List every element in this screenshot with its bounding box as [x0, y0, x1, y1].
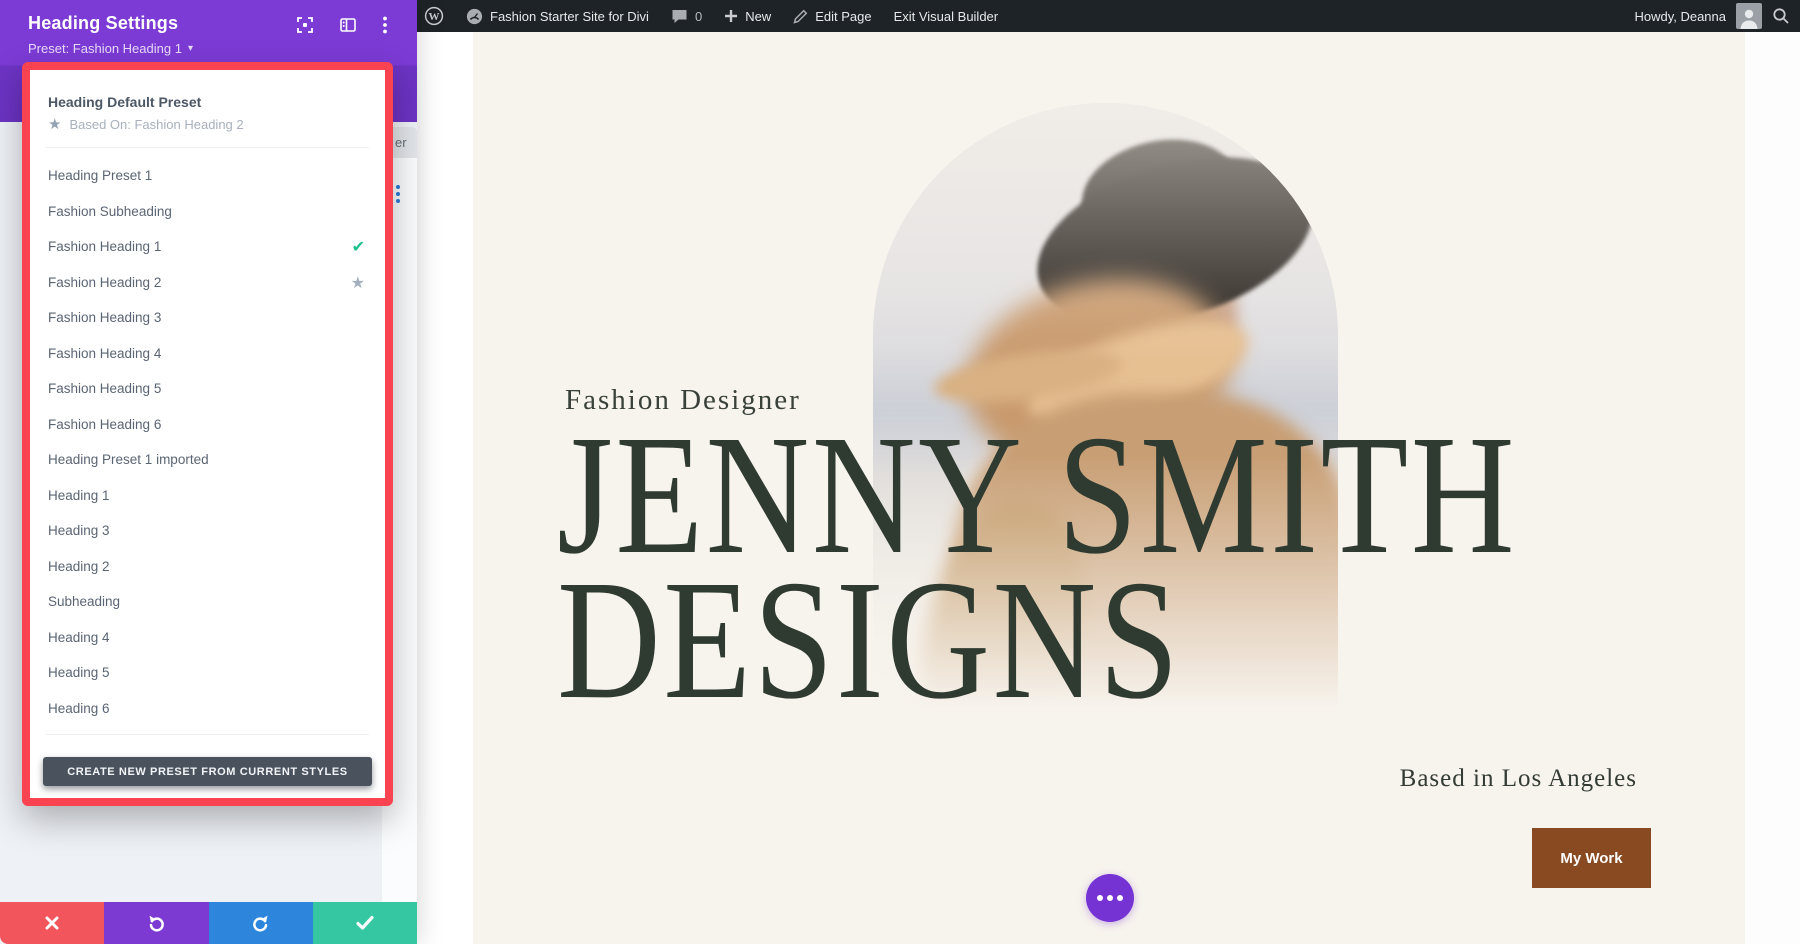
preset-item[interactable]: Subheading [30, 584, 385, 620]
hero-title-line2: DESIGNS [557, 554, 1181, 725]
person-icon [1739, 7, 1759, 29]
preset-item-label: Fashion Heading 5 [48, 381, 365, 396]
panel-layout-icon[interactable] [340, 18, 356, 32]
divider [46, 147, 369, 148]
preset-item-label: Fashion Heading 4 [48, 346, 365, 361]
comments-bubble-icon [671, 9, 688, 24]
preset-item-label: Heading Preset 1 imported [48, 452, 365, 467]
preset-item-label: Fashion Heading 1 [48, 239, 352, 254]
preset-item[interactable]: Fashion Heading 5 [30, 371, 385, 407]
plus-icon [724, 9, 738, 23]
preset-item-label: Fashion Heading 3 [48, 310, 365, 325]
preset-item[interactable]: Fashion Heading 2★ [30, 265, 385, 301]
save-button[interactable] [313, 902, 417, 944]
preset-item[interactable]: Heading 2 [30, 549, 385, 585]
photo-top-haze [873, 103, 1338, 359]
admin-bar-right: Howdy, Deanna [1634, 3, 1800, 29]
preset-dropdown: Heading Default Preset ★ Based On: Fashi… [22, 62, 393, 806]
default-preset-block[interactable]: Heading Default Preset ★ Based On: Fashi… [30, 70, 385, 132]
default-star-icon: ★ [351, 273, 365, 292]
preset-item-label: Heading 3 [48, 523, 365, 538]
preset-item[interactable]: Fashion Heading 3 [30, 300, 385, 336]
comments-count: 0 [695, 9, 702, 24]
search-icon[interactable] [1772, 7, 1790, 25]
cancel-button[interactable] [0, 902, 104, 944]
preset-item[interactable]: Fashion Heading 4 [30, 336, 385, 372]
divider [46, 734, 369, 735]
default-preset-title: Heading Default Preset [48, 94, 367, 110]
preset-item-label: Heading 1 [48, 488, 365, 503]
ab-edit-page[interactable]: Edit Page [793, 9, 871, 24]
star-icon: ★ [48, 117, 61, 132]
preset-item[interactable]: Heading 3 [30, 513, 385, 549]
preset-item-label: Fashion Subheading [48, 204, 365, 219]
admin-bar-left: W Fashion Starter Site for Divi 0 [424, 6, 998, 26]
preset-item[interactable]: Fashion Heading 6 [30, 407, 385, 443]
preset-item-label: Heading 6 [48, 701, 365, 716]
redo-button[interactable] [209, 902, 313, 944]
chevron-down-icon: ▾ [188, 43, 193, 54]
based-on-label: Based On: Fashion Heading 2 [69, 117, 243, 132]
pencil-icon [793, 9, 808, 24]
site-name: Fashion Starter Site for Divi [490, 9, 649, 24]
preset-item-label: Fashion Heading 2 [48, 275, 351, 290]
preset-item-label: Heading 4 [48, 630, 365, 645]
preset-item-label: Subheading [48, 594, 365, 609]
check-icon [356, 915, 374, 931]
svg-text:W: W [429, 11, 440, 23]
hero-location: Based in Los Angeles [1400, 765, 1637, 793]
kebab-menu-icon[interactable] [383, 16, 387, 34]
howdy-label[interactable]: Howdy, Deanna [1634, 9, 1726, 24]
modal-footer [0, 902, 417, 944]
modal-header-icons [297, 16, 387, 34]
my-work-button[interactable]: My Work [1532, 828, 1651, 888]
wp-logo-menu[interactable]: W [424, 6, 444, 26]
undo-icon [146, 913, 166, 933]
option-kebab-icon[interactable] [396, 185, 400, 203]
modal-title: Heading Settings [28, 13, 178, 34]
section-options-button[interactable] [1086, 874, 1134, 922]
preset-item-label: Heading Preset 1 [48, 168, 365, 183]
create-preset-button[interactable]: CREATE NEW PRESET FROM CURRENT STYLES [43, 757, 372, 786]
preset-item-label: Heading 5 [48, 665, 365, 680]
edit-page-label: Edit Page [815, 9, 871, 24]
default-preset-based-on: ★ Based On: Fashion Heading 2 [48, 117, 367, 132]
preset-item[interactable]: Heading 4 [30, 620, 385, 656]
preset-item[interactable]: Heading Preset 1 imported [30, 442, 385, 478]
preset-list: Heading Preset 1 Fashion Subheading Fashio… [30, 158, 385, 726]
preset-item-label: Heading 2 [48, 559, 365, 574]
exit-visual-builder-label: Exit Visual Builder [894, 9, 999, 24]
modal-tab-partial-label: er [395, 135, 407, 150]
preset-item[interactable]: Heading 5 [30, 655, 385, 691]
screenshot-root: W Fashion Starter Site for Divi 0 [0, 0, 1800, 944]
preset-item[interactable]: Heading Preset 1 [30, 158, 385, 194]
dashboard-gauge-icon [466, 8, 483, 25]
focus-mode-icon[interactable] [297, 17, 313, 33]
hero-section: Fashion Designer JENNY SMITH DESIGNS Bas… [473, 32, 1745, 944]
active-check-icon: ✔ [352, 237, 365, 256]
redo-icon [251, 913, 271, 933]
page-right-margin [1745, 32, 1800, 944]
preset-item[interactable]: Heading 1 [30, 478, 385, 514]
ab-new[interactable]: New [724, 9, 771, 24]
preset-item-label: Fashion Heading 6 [48, 417, 365, 432]
ab-site-menu[interactable]: Fashion Starter Site for Divi [466, 8, 649, 25]
new-label: New [745, 9, 771, 24]
preset-item[interactable]: Fashion Heading 1✔ [30, 229, 385, 265]
preset-item[interactable]: Heading 6 [30, 691, 385, 727]
wordpress-logo-icon: W [424, 6, 444, 26]
preset-selector[interactable]: Preset: Fashion Heading 1 ▾ [28, 41, 193, 56]
preset-selector-label: Preset: Fashion Heading 1 [28, 41, 182, 56]
preset-item[interactable]: Fashion Subheading [30, 194, 385, 230]
close-icon [44, 915, 60, 931]
ab-comments[interactable]: 0 [671, 9, 702, 24]
undo-button[interactable] [104, 902, 208, 944]
ab-exit-visual-builder[interactable]: Exit Visual Builder [894, 9, 999, 24]
avatar[interactable] [1736, 3, 1762, 29]
